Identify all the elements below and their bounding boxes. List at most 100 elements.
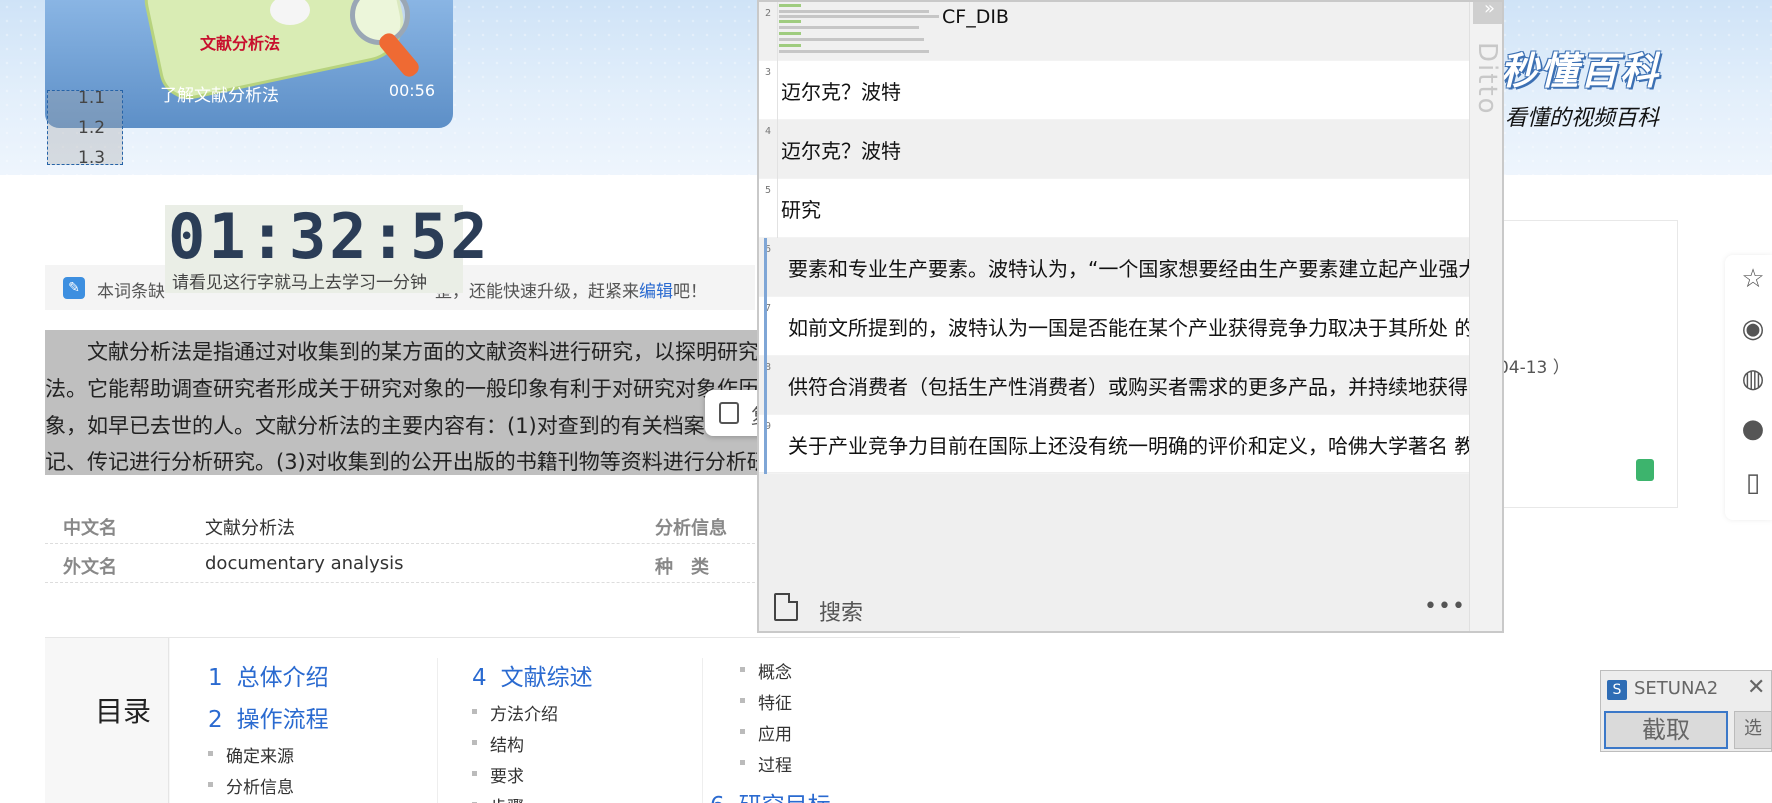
toc-divider — [437, 658, 438, 803]
clip-text: 迈尔克？波特 — [781, 139, 901, 163]
search-input[interactable]: 搜索 — [819, 595, 863, 627]
notice-text-left: 本词条缺 — [97, 282, 165, 302]
clip-index: 5 — [765, 185, 772, 196]
toc-section-label: 研究目标 — [739, 793, 831, 803]
clip-row[interactable]: 7 如前文所提到的，波特认为一国是否能在某个产业获得竞争力取决于其所处 的 — [759, 297, 1474, 356]
clip-list: 2 CF_DIB 3 迈尔克？波特 4 迈尔克？波特 5 研究 6 要素和专业生… — [759, 2, 1478, 474]
toc-column: 概念 特征 应用 过程 6 研究目标 — [710, 658, 831, 803]
timer-caption: 请看见这行字就马上去学习一分钟 — [172, 273, 427, 293]
clip-text: 要素和专业生产要素。波特认为，“一个国家想要经由生产要素建立起产业强大 — [788, 257, 1479, 281]
video-duration: 00:56 — [388, 81, 435, 100]
info-key: 外文名 — [63, 557, 117, 578]
close-icon[interactable]: ✕ — [1747, 675, 1765, 700]
logo-text: 秒懂百科 — [1500, 49, 1661, 93]
edit-icon: ✎ — [63, 277, 85, 299]
toc-section-link[interactable]: 4 文献综述 — [472, 658, 593, 692]
wechat-icon[interactable]: ◍ — [1737, 363, 1769, 395]
toc-subitem-link[interactable]: 特征 — [740, 689, 831, 720]
ditto-clipboard-window: 2 CF_DIB 3 迈尔克？波特 4 迈尔克？波特 5 研究 6 要素和专业生… — [757, 0, 1504, 633]
toc-column: 1 总体介绍 2 操作流程 确定来源 分析信息 — [208, 658, 329, 803]
setuna-logo-icon: S — [1607, 680, 1627, 700]
ditto-title: Ditto — [1472, 42, 1502, 116]
info-key: 中文名 — [63, 518, 117, 539]
more-options-icon[interactable]: ••• — [1424, 594, 1466, 619]
clip-index: 2 — [765, 8, 772, 19]
setuna-title: SETUNA2 — [1634, 678, 1719, 699]
options-button[interactable]: 选 — [1734, 711, 1772, 749]
setuna2-window: S SETUNA2 ✕ 截取 选 — [1600, 670, 1772, 752]
clip-row[interactable]: 3 迈尔克？波特 — [759, 61, 1469, 120]
toc-subitem-link[interactable]: 确定来源 — [208, 742, 329, 773]
star-icon[interactable]: ☆ — [1737, 263, 1769, 295]
clip-index: 3 — [765, 67, 772, 78]
row-marker — [764, 356, 767, 415]
capture-button[interactable]: 截取 — [1604, 711, 1728, 749]
collapse-icon[interactable]: » — [1473, 2, 1502, 24]
article-summary-selected[interactable]: 文献分析法是指通过对收集到的某方面的文献资料进行研究，以探明研究 法。它能帮助调… — [45, 330, 760, 475]
row-marker — [764, 238, 767, 297]
row-marker — [764, 415, 767, 474]
weibo-icon[interactable]: ◉ — [1737, 313, 1769, 345]
upload-icon[interactable] — [1636, 459, 1654, 481]
clip-text: 如前文所提到的，波特认为一国是否能在某个产业获得竞争力取决于其所处 的 — [788, 316, 1475, 340]
edit-link[interactable]: 编辑 — [639, 282, 673, 302]
row-marker — [764, 297, 767, 356]
toc-title: 目录 — [95, 695, 152, 728]
toc-subitem-link[interactable]: 分析信息 — [208, 773, 329, 803]
toc-section-link[interactable]: 2 操作流程 — [208, 700, 329, 734]
toc-divider — [702, 658, 703, 803]
toc-column: 4 文献综述 方法介绍 结构 要求 步骤 — [472, 658, 593, 803]
qq-icon[interactable]: ● — [1737, 413, 1769, 445]
clip-text: 研究 — [781, 198, 821, 222]
toc-sidebar: 目录 — [45, 638, 169, 803]
clip-row[interactable]: 4 迈尔克？波特 — [759, 120, 1469, 179]
row-gutter — [777, 179, 778, 238]
clip-text: 供符合消费者（包括生产性消费者）或购买者需求的更多产品，并持续地获得 — [788, 375, 1468, 399]
table-of-contents: 目录 1 总体介绍 2 操作流程 确定来源 分析信息 4 文献综述 方法介绍 结构 要… — [45, 637, 960, 803]
clip-text: 关于产业竞争力目前在国际上还没有统一明确的评价和定义，哈佛大学著名 教 — [788, 434, 1475, 458]
mobile-icon[interactable]: ▯ — [1737, 467, 1769, 499]
row-gutter — [777, 61, 778, 120]
site-logo[interactable]: 秒懂百科 — [1500, 40, 1660, 95]
article-line: 法。它能帮助调查研究者形成关于研究对象的一般印象有利于对研究对象作历 — [45, 377, 759, 401]
toc-subitem-link[interactable]: 步骤 — [472, 793, 593, 803]
clip-row[interactable]: 9 关于产业竞争力目前在国际上还没有统一明确的评价和定义，哈佛大学著名 教 — [759, 415, 1474, 474]
toc-subitem-link[interactable]: 结构 — [472, 731, 593, 762]
clip-index: 4 — [765, 126, 772, 137]
right-info-card: 3-04-13 ） — [1480, 220, 1678, 508]
info-row: 外文名 documentary analysis 种 类 — [45, 544, 765, 583]
clip-image-thumbnail — [779, 2, 957, 58]
copy-icon — [719, 402, 739, 424]
toc-section-label: 操作流程 — [236, 707, 329, 733]
row-gutter — [777, 2, 778, 61]
article-line: 象，如早已去世的人。文献分析法的主要内容有：(1)对查到的有关档案 — [45, 414, 705, 438]
toc-section-link[interactable]: 6 研究目标 — [710, 786, 831, 803]
share-sidebar: ☆ ◉ ◍ ● ▯ — [1725, 255, 1772, 520]
toc-body: 1 总体介绍 2 操作流程 确定来源 分析信息 4 文献综述 方法介绍 结构 要求 步… — [170, 638, 960, 803]
toc-subitem-link[interactable]: 要求 — [472, 762, 593, 793]
article-line: 记、传记进行分析研究。(3)对收集到的公开出版的书籍刊物等资料进行分析研 — [45, 450, 760, 474]
info-row: 中文名 文献分析法 分析信息 — [45, 505, 765, 544]
toc-section-number: 1 — [208, 665, 223, 691]
clip-row[interactable]: 6 要素和专业生产要素。波特认为，“一个国家想要经由生产要素建立起产业强大 — [759, 238, 1478, 297]
ditto-search-bar[interactable]: 搜索 ••• — [759, 587, 1469, 631]
notice-text-right: 整，还能快速升级，赶紧来编辑吧！ — [435, 277, 707, 302]
info-key: 分析信息 — [655, 518, 727, 539]
search-icon[interactable] — [774, 593, 798, 621]
video-title[interactable]: 了解文献分析法 — [160, 81, 279, 106]
toc-section-label: 总体介绍 — [236, 665, 329, 691]
selection-line: 1.1 — [78, 90, 106, 108]
selection-line: 1.3 — [78, 148, 106, 165]
video-thumbnail-title: 文献分析法 — [200, 34, 281, 53]
toc-section-link[interactable]: 1 总体介绍 — [208, 658, 329, 692]
countdown-timer: 01:32:52 — [168, 200, 491, 273]
toc-subitem-link[interactable]: 应用 — [740, 720, 831, 751]
row-gutter — [777, 120, 778, 179]
notice-tail: 吧！ — [673, 282, 707, 302]
clip-row[interactable]: 8 供符合消费者（包括生产性消费者）或购买者需求的更多产品，并持续地获得 — [759, 356, 1469, 415]
clip-row[interactable]: 5 研究 — [759, 179, 1469, 238]
toc-subitem-link[interactable]: 方法介绍 — [472, 700, 593, 731]
toc-subitem-link[interactable]: 概念 — [740, 658, 831, 689]
toc-subitem-link[interactable]: 过程 — [740, 751, 831, 782]
clip-row[interactable]: 2 CF_DIB — [759, 2, 1469, 61]
